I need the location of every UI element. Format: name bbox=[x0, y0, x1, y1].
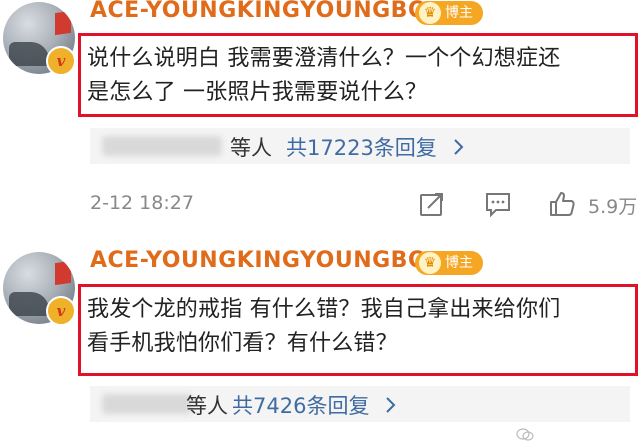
chevron-right-icon bbox=[453, 139, 463, 155]
wechat-icon bbox=[516, 428, 534, 441]
replies-suffix: 等人 bbox=[186, 394, 228, 418]
crown-icon: ♛ bbox=[419, 252, 441, 274]
comment-text-line: 我发个龙的戒指 有什么错？我自己拿出来给你们 bbox=[87, 297, 561, 322]
reply-count-link[interactable]: 共7426条回复 bbox=[232, 390, 398, 420]
reply-count-label: 共17223条回复 bbox=[286, 136, 437, 160]
crown-icon: ♛ bbox=[419, 2, 441, 24]
avatar-figure bbox=[9, 42, 49, 66]
comment-item: v ACE-YOUNGKINGYOUNGBO... ♛ 博主 说什么说明白 我需… bbox=[0, 0, 640, 236]
comment-text-line: 看手机我怕你们看？有什么错？ bbox=[87, 331, 398, 356]
comment-footer: 2-12 18:27 5.9万 bbox=[90, 186, 640, 226]
replies-summary[interactable]: 等人 共7426条回复 bbox=[90, 386, 630, 422]
comment-text[interactable]: 我发个龙的戒指 有什么错？我自己拿出来给你们 看手机我怕你们看？有什么错？ bbox=[81, 287, 635, 361]
username[interactable]: ACE-YOUNGKINGYOUNGBO... bbox=[90, 248, 453, 273]
username[interactable]: ACE-YOUNGKINGYOUNGBO... bbox=[90, 0, 453, 23]
replies-summary[interactable]: 等人 共17223条回复 bbox=[90, 128, 630, 164]
blogger-badge-label: 博主 bbox=[445, 255, 473, 271]
comment-text-line: 说什么说明白 我需要澄清什么？一个个幻想症还 bbox=[87, 46, 561, 71]
watermark bbox=[516, 428, 534, 446]
chevron-right-icon bbox=[386, 397, 396, 413]
reply-count-label: 共7426条回复 bbox=[232, 394, 370, 418]
avatar-figure bbox=[9, 292, 49, 316]
verified-icon: v bbox=[46, 46, 76, 76]
share-icon[interactable] bbox=[418, 190, 446, 218]
blogger-badge: ♛ 博主 bbox=[415, 251, 483, 275]
blogger-badge-label: 博主 bbox=[445, 5, 473, 21]
comment-text-highlight: 我发个龙的戒指 有什么错？我自己拿出来给你们 看手机我怕你们看？有什么错？ bbox=[78, 284, 638, 376]
comment-text-line: 是怎么了 一张照片我需要说什么？ bbox=[87, 80, 428, 105]
like-count: 5.9万 bbox=[588, 196, 638, 218]
reply-count-link[interactable]: 共17223条回复 bbox=[286, 132, 466, 162]
timestamp: 2-12 18:27 bbox=[90, 192, 194, 214]
comment-icon[interactable] bbox=[484, 190, 512, 218]
comment-text-highlight: 说什么说明白 我需要澄清什么？一个个幻想症还 是怎么了 一张照片我需要说什么？ bbox=[78, 33, 638, 117]
blurred-usernames bbox=[102, 394, 192, 414]
replies-suffix: 等人 bbox=[230, 136, 272, 160]
blogger-badge: ♛ 博主 bbox=[415, 1, 483, 25]
thumbs-up-icon[interactable] bbox=[548, 190, 576, 218]
verified-icon: v bbox=[46, 296, 76, 326]
avatar-flag bbox=[55, 260, 71, 286]
blurred-usernames bbox=[102, 136, 222, 156]
comment-item: v ACE-YOUNGKINGYOUNGBO... ♛ 博主 我发个龙的戒指 有… bbox=[0, 248, 640, 447]
avatar-flag bbox=[55, 10, 71, 36]
comment-text[interactable]: 说什么说明白 我需要澄清什么？一个个幻想症还 是怎么了 一张照片我需要说什么？ bbox=[81, 36, 635, 110]
